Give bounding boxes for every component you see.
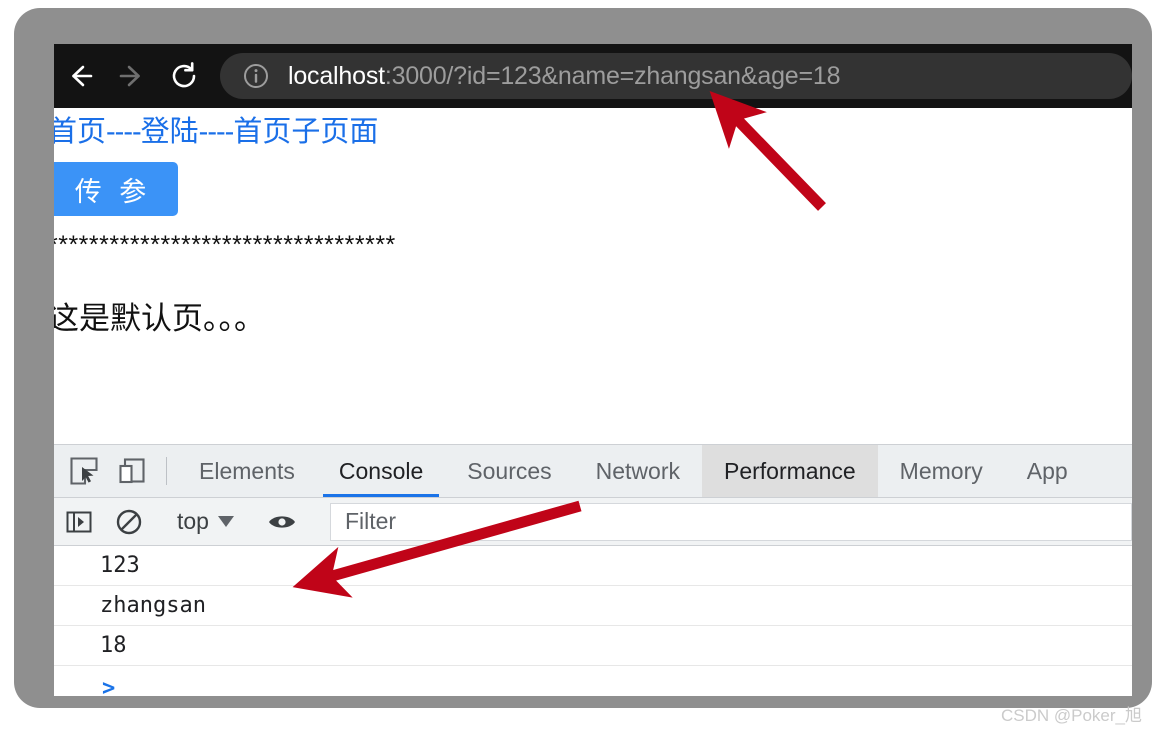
tab-sources[interactable]: Sources [445, 445, 573, 497]
tab-memory[interactable]: Memory [878, 445, 1005, 497]
devtools-tabbar: Elements Console Sources Network Perform… [54, 445, 1132, 498]
pass-params-button[interactable]: 传 参 [54, 162, 178, 216]
url-query: :3000/?id=123&name=zhangsan&age=18 [384, 61, 841, 90]
live-expression-button[interactable] [257, 507, 307, 537]
tab-performance-label: Performance [724, 457, 856, 484]
browser-toolbar: localhost:3000/?id=123&name=zhangsan&age… [54, 44, 1132, 108]
tab-sources-label: Sources [467, 457, 552, 484]
page-nav-links: 首页----登陆----首页子页面 [54, 114, 1132, 150]
toolbar-divider [166, 457, 167, 485]
tab-network[interactable]: Network [574, 445, 702, 497]
url-bar[interactable]: localhost:3000/?id=123&name=zhangsan&age… [220, 53, 1132, 99]
reload-button[interactable] [158, 44, 210, 108]
console-sidebar-button[interactable] [54, 508, 104, 536]
prompt-chevron-icon: > [102, 675, 116, 697]
tab-console-label: Console [338, 457, 424, 484]
console-filter-field[interactable] [329, 502, 1132, 541]
console-filter-input[interactable] [344, 508, 1131, 535]
page-body-text: 这是默认页。。。 [54, 301, 265, 336]
forward-button[interactable] [106, 44, 158, 108]
screenshot-root: localhost:3000/?id=123&name=zhangsan&age… [0, 0, 1156, 732]
watermark: CSDN @Poker_旭 [1000, 706, 1142, 725]
console-toolbar: top [54, 498, 1132, 546]
console-row-text: 123 [100, 553, 140, 578]
url-text: localhost:3000/?id=123&name=zhangsan&age… [288, 62, 840, 91]
device-toolbar-button[interactable] [108, 445, 156, 497]
clear-console-icon[interactable] [115, 508, 143, 536]
console-context-label: top [177, 508, 209, 534]
console-row-id[interactable]: 123 [54, 546, 1132, 586]
back-button[interactable] [54, 44, 106, 108]
console-context-selector[interactable]: top [171, 508, 240, 535]
tab-application-label: App [1026, 457, 1068, 484]
console-log-list: 123 zhangsan 18 > [54, 546, 1132, 696]
tab-network-label: Network [595, 457, 680, 484]
console-row-age[interactable]: 18 [54, 626, 1132, 666]
inspect-element-icon[interactable] [69, 456, 99, 486]
tab-performance[interactable]: Performance [702, 445, 878, 497]
console-row-text: zhangsan [100, 593, 206, 618]
tab-elements-label: Elements [199, 457, 295, 484]
link-home[interactable]: 首页 [54, 116, 106, 148]
tab-application[interactable]: App [1005, 445, 1090, 497]
browser-window-frame: localhost:3000/?id=123&name=zhangsan&age… [14, 8, 1152, 708]
console-row-text: 18 [100, 633, 127, 658]
url-host: localhost [288, 61, 385, 90]
star-divider: ********************************** [54, 231, 396, 259]
live-expression-eye-icon[interactable] [267, 507, 297, 537]
page-viewport: 首页----登陆----首页子页面 传 参 ******************… [54, 108, 1132, 444]
devtools-panel: Elements Console Sources Network Perform… [54, 444, 1132, 696]
clear-console-button[interactable] [104, 508, 154, 536]
info-circle-icon[interactable] [242, 62, 270, 90]
device-toolbar-icon[interactable] [117, 456, 147, 486]
console-input-prompt[interactable]: > [54, 666, 1132, 697]
console-sidebar-icon[interactable] [65, 508, 93, 536]
tab-memory-label: Memory [899, 457, 983, 484]
console-row-name[interactable]: zhangsan [54, 586, 1132, 626]
browser-window: localhost:3000/?id=123&name=zhangsan&age… [54, 44, 1132, 696]
page-content: 首页----登陆----首页子页面 传 参 ******************… [54, 108, 1132, 338]
link-separator-2: ---- [198, 116, 235, 148]
link-login[interactable]: 登陆 [141, 116, 199, 148]
tab-console[interactable]: Console [317, 445, 445, 497]
tab-elements[interactable]: Elements [177, 445, 317, 497]
inspect-element-button[interactable] [60, 445, 108, 497]
chevron-down-icon[interactable] [217, 516, 234, 527]
link-separator-1: ---- [106, 116, 142, 148]
link-home-subpage[interactable]: 首页子页面 [233, 116, 378, 148]
